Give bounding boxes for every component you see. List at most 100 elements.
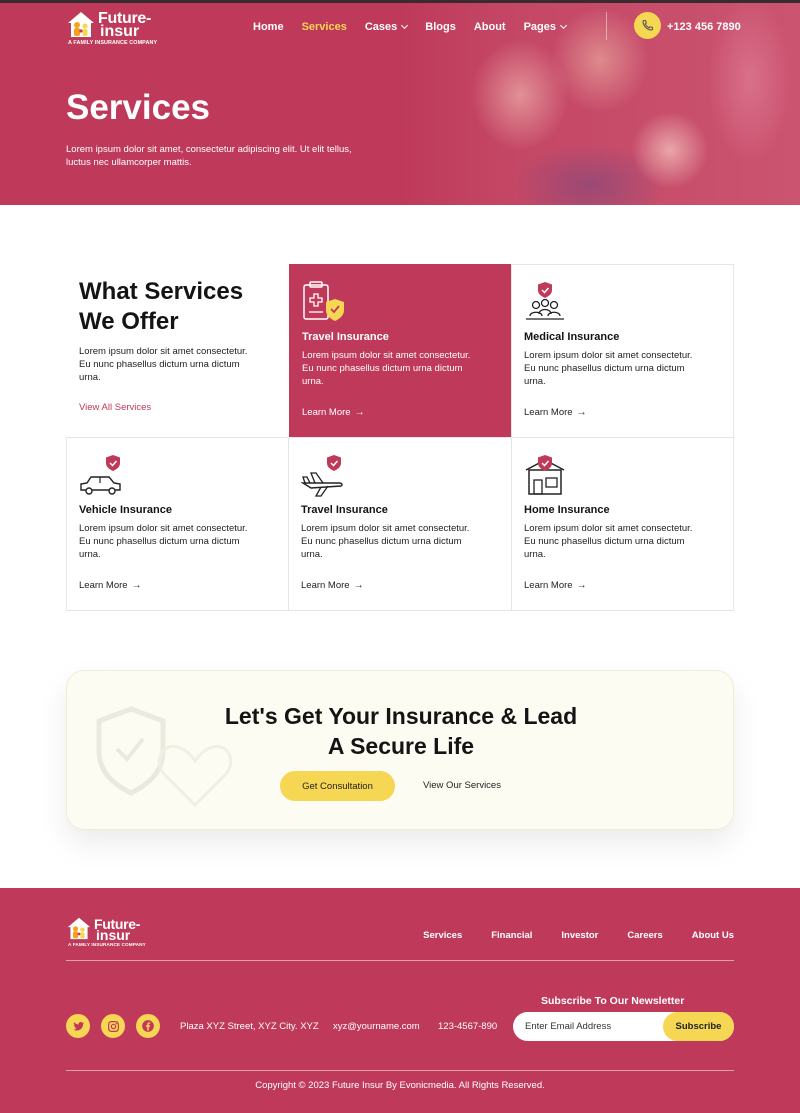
nav-pages[interactable]: Pages	[523, 21, 568, 33]
footer-email-link[interactable]: xyz@yourname.com	[333, 1021, 420, 1032]
house-logo-icon	[67, 917, 91, 940]
nav-services[interactable]: Services	[302, 21, 347, 33]
house-shield-icon	[525, 455, 565, 495]
footer-address: Plaza XYZ Street, XYZ City. XYZ	[180, 1021, 319, 1032]
learn-more-link[interactable]: Learn More →	[301, 580, 364, 591]
learn-more-label: Learn More	[524, 580, 573, 591]
logo-name-line2: insur	[96, 927, 131, 943]
learn-more-link[interactable]: Learn More →	[524, 407, 587, 418]
facebook-icon[interactable]	[136, 1014, 160, 1038]
footer-bottom-divider	[66, 1070, 734, 1071]
footer-nav-about-us[interactable]: About Us	[692, 930, 734, 941]
learn-more-label: Learn More	[301, 580, 350, 591]
cta-title-line2: A Secure Life	[327, 733, 475, 759]
nav-cases[interactable]: Cases	[364, 21, 409, 33]
nav-pages-label: Pages	[523, 21, 556, 33]
instagram-glyph	[107, 1020, 119, 1032]
nav-divider	[606, 12, 607, 40]
newsletter-form: Subscribe	[513, 1012, 734, 1041]
service-card-medical[interactable]: Medical Insurance Lorem ipsum dolor sit …	[511, 264, 734, 438]
logo-tagline: A FAMILY INSURANCE COMPANY	[68, 942, 146, 947]
footer-nav-investor[interactable]: Investor	[561, 930, 598, 941]
site-logo[interactable]: Future- insur A FAMILY INSURANCE COMPANY	[66, 10, 176, 50]
newsletter-email-input[interactable]	[525, 1012, 665, 1041]
view-our-services-link[interactable]: View Our Services	[423, 780, 501, 791]
facebook-glyph	[142, 1020, 154, 1032]
nav-blogs[interactable]: Blogs	[425, 21, 456, 33]
service-description: Lorem ipsum dolor sit amet consectetur. …	[524, 523, 693, 560]
services-title-line2: We Offer	[79, 308, 179, 335]
main-nav: Home Services Cases Blogs About Pages	[253, 21, 584, 33]
nav-about[interactable]: About	[474, 21, 506, 33]
learn-more-label: Learn More	[302, 407, 351, 418]
footer-nav: Services Financial Investor Careers Abou…	[394, 930, 734, 941]
twitter-icon[interactable]	[66, 1014, 90, 1038]
service-title: Vehicle Insurance	[79, 504, 172, 516]
service-title: Travel Insurance	[302, 331, 389, 343]
phone-icon[interactable]	[634, 12, 661, 39]
services-title-line1: What Services	[79, 278, 244, 305]
service-title: Home Insurance	[524, 504, 610, 516]
clipboard-shield-icon	[303, 281, 344, 321]
service-description: Lorem ipsum dolor sit amet consectetur. …	[302, 350, 471, 387]
house-logo-icon	[68, 12, 94, 37]
service-description: Lorem ipsum dolor sit amet consectetur. …	[301, 523, 470, 560]
cta-title: Let's Get Your Insurance & Lead A Secure…	[67, 701, 733, 761]
learn-more-link[interactable]: Learn More →	[79, 580, 142, 591]
family-shield-icon	[526, 282, 564, 320]
site-footer: Future- insur A FAMILY INSURANCE COMPANY…	[0, 888, 800, 1113]
car-shield-icon	[80, 455, 121, 495]
nav-about-label: About	[473, 21, 506, 33]
hero-description: Lorem ipsum dolor sit amet, consectetur …	[66, 144, 352, 168]
hero-header: Future- insur A FAMILY INSURANCE COMPANY…	[0, 0, 800, 205]
service-card-travel-featured[interactable]: Travel Insurance Lorem ipsum dolor sit a…	[289, 264, 512, 438]
airplane-shield-icon	[301, 455, 343, 497]
cta-banner: Let's Get Your Insurance & Lead A Secure…	[66, 670, 734, 830]
phone-number-link[interactable]: +123 456 7890	[667, 21, 741, 33]
footer-nav-services[interactable]: Services	[423, 930, 462, 941]
page-title: Services	[66, 88, 211, 127]
arrow-right-icon: →	[354, 407, 365, 418]
service-description: Lorem ipsum dolor sit amet consectetur. …	[79, 523, 248, 560]
nav-services-label: Services	[301, 21, 347, 33]
phone-glyph	[642, 19, 654, 31]
services-intro-description: Lorem ipsum dolor sit amet consectetur. …	[79, 346, 248, 383]
learn-more-label: Learn More	[79, 580, 128, 591]
arrow-right-icon: →	[576, 407, 587, 418]
nav-home-label: Home	[253, 21, 284, 33]
service-title: Travel Insurance	[301, 504, 388, 516]
arrow-right-icon: →	[576, 580, 587, 591]
get-consultation-button[interactable]: Get Consultation	[280, 771, 395, 801]
service-title: Medical Insurance	[524, 331, 620, 343]
chevron-down-icon	[401, 21, 409, 30]
top-border	[0, 0, 800, 3]
service-card-vehicle[interactable]: Vehicle Insurance Lorem ipsum dolor sit …	[66, 437, 289, 611]
footer-phone-link[interactable]: 123-4567-890	[438, 1021, 497, 1032]
instagram-icon[interactable]	[101, 1014, 125, 1038]
newsletter-title: Subscribe To Our Newsletter	[541, 995, 685, 1007]
copyright-text: Copyright © 2023 Future Insur By Evonicm…	[255, 1080, 545, 1091]
arrow-right-icon: →	[131, 580, 142, 591]
learn-more-link[interactable]: Learn More →	[302, 407, 365, 418]
subscribe-button[interactable]: Subscribe	[663, 1012, 734, 1041]
arrow-right-icon: →	[353, 580, 364, 591]
footer-nav-financial[interactable]: Financial	[491, 930, 532, 941]
services-section-title: What Services We Offer	[79, 277, 289, 337]
service-card-travel[interactable]: Travel Insurance Lorem ipsum dolor sit a…	[288, 437, 512, 611]
footer-divider	[66, 960, 734, 961]
view-all-services-link[interactable]: View All Services	[79, 402, 151, 413]
nav-blogs-label: Blogs	[425, 21, 456, 33]
chevron-down-icon	[559, 21, 568, 30]
footer-nav-careers[interactable]: Careers	[627, 930, 662, 941]
learn-more-link[interactable]: Learn More →	[524, 580, 587, 591]
footer-logo[interactable]: Future- insur A FAMILY INSURANCE COMPANY	[66, 916, 166, 950]
service-card-home[interactable]: Home Insurance Lorem ipsum dolor sit ame…	[511, 437, 734, 611]
services-intro: What Services We Offer Lorem ipsum dolor…	[66, 264, 289, 438]
nav-cases-label: Cases	[364, 21, 398, 33]
logo-name-line2: insur	[100, 23, 140, 40]
logo-tagline: A FAMILY INSURANCE COMPANY	[68, 40, 158, 46]
twitter-glyph	[72, 1021, 84, 1031]
services-grid: What Services We Offer Lorem ipsum dolor…	[66, 264, 734, 611]
service-description: Lorem ipsum dolor sit amet consectetur. …	[524, 350, 693, 387]
nav-home[interactable]: Home	[253, 21, 284, 33]
